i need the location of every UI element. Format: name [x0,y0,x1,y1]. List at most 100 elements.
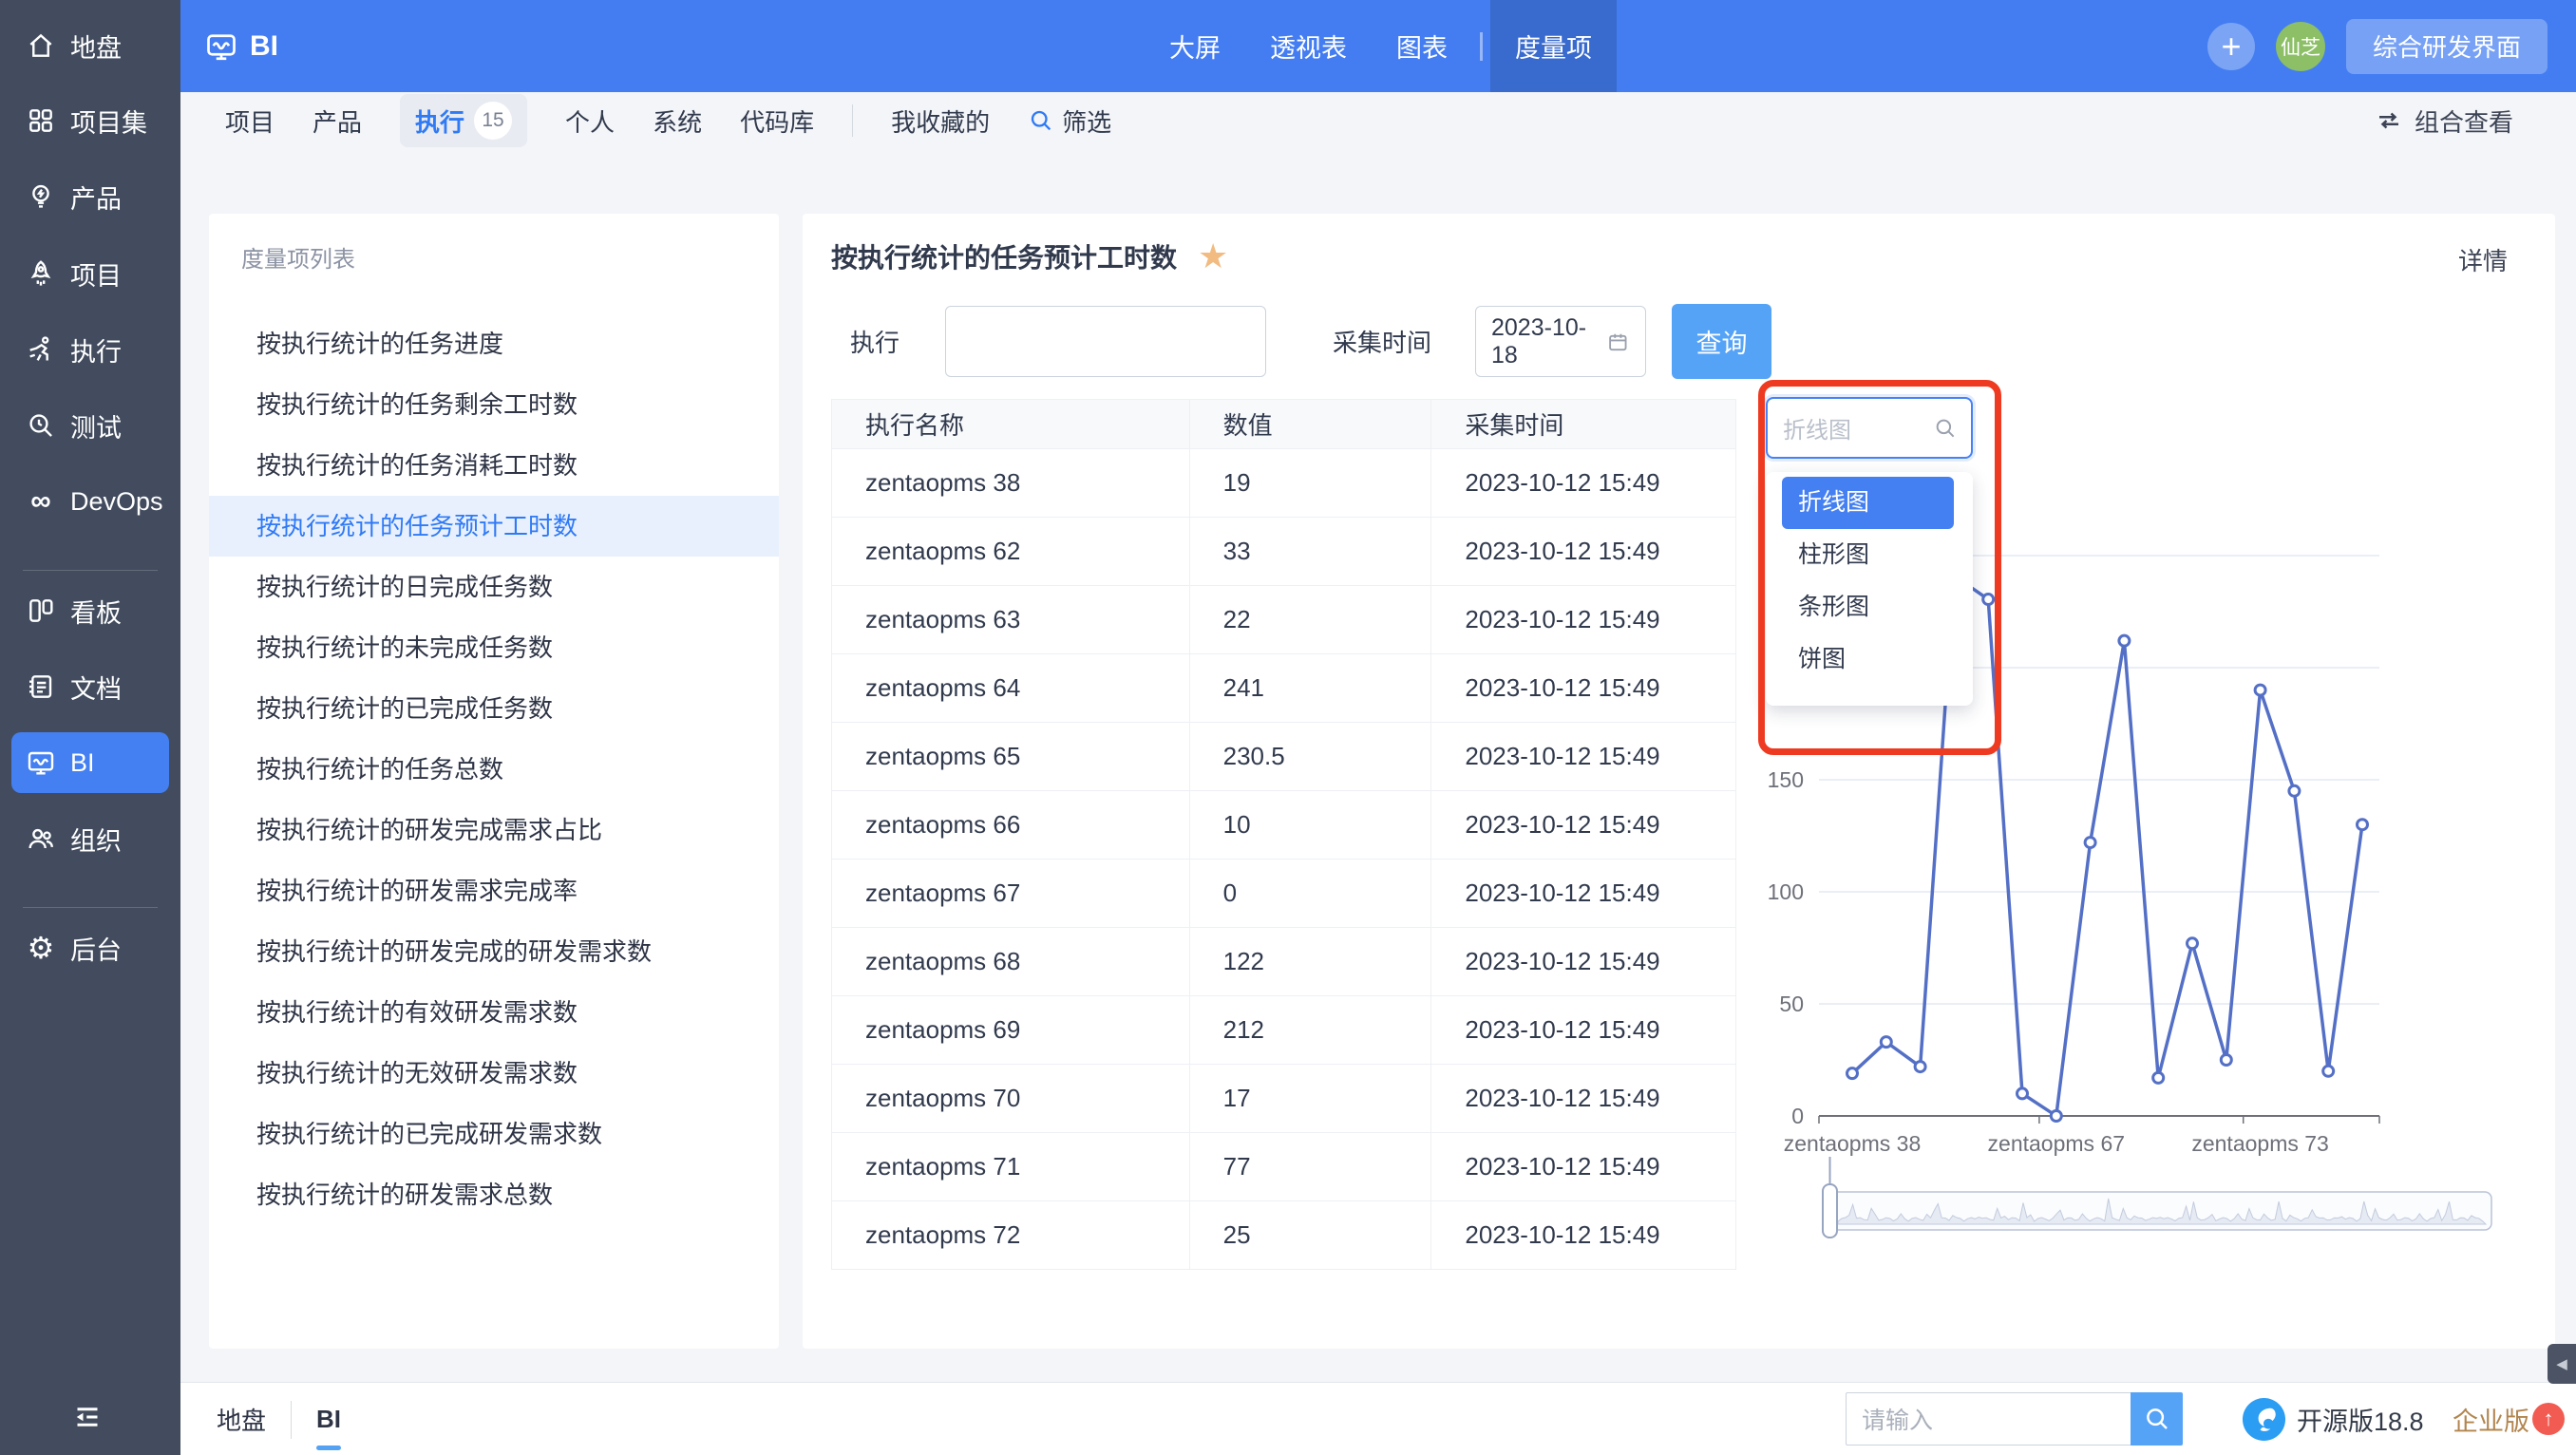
right-panel-toggle[interactable]: ◀ [2548,1344,2576,1384]
filter-button[interactable]: 筛选 [1028,104,1111,139]
option-pie-chart[interactable]: 饼图 [1766,633,1973,686]
tab-favorites[interactable]: 我收藏的 [891,104,990,139]
tab-execution[interactable]: 执行 15 [400,94,528,147]
sidebar-item-execution[interactable]: 执行 [11,319,169,380]
cell-exec-name: zentaopms 38 [831,448,1190,518]
brand[interactable]: BI [204,0,278,92]
metric-item[interactable]: 按执行统计的日完成任务数 [209,557,779,617]
sidebar-item-qa[interactable]: 测试 [11,395,169,456]
zentao-logo[interactable] [2242,1397,2286,1442]
chart-type-select[interactable]: 折线图 [1766,397,1973,459]
metric-item[interactable]: 按执行统计的有效研发需求数 [209,982,779,1043]
table-row: zentaopms 67 0 2023-10-12 15:49 [831,859,1736,928]
topnav-dashboard[interactable]: 大屏 [1145,0,1245,92]
topnav-chart[interactable]: 图表 [1372,0,1472,92]
tab-execution-count-badge: 15 [474,102,513,140]
query-button[interactable]: 查询 [1672,304,1771,379]
svg-text:50: 50 [1779,992,1804,1016]
sidebar-item-label: 项目集 [70,108,147,138]
topnav-divider [1480,31,1483,61]
metric-item[interactable]: 按执行统计的研发需求总数 [209,1164,779,1225]
sidebar-item-home[interactable]: 地盘 [11,15,169,76]
metric-item[interactable]: 按执行统计的无效研发需求数 [209,1043,779,1104]
option-bar-chart[interactable]: 条形图 [1766,581,1973,633]
tab-personal[interactable]: 个人 [565,104,615,139]
option-line-chart[interactable]: 折线图 [1782,477,1954,529]
sidebar-item-label: 组织 [70,826,122,856]
sidebar-item-label: 后台 [70,935,122,965]
sidebar-item-kanban[interactable]: 看板 [11,580,169,641]
page-title: 按执行统计的任务预计工时数 [831,243,1178,273]
home-icon [25,29,57,62]
workspace-button[interactable]: 综合研发界面 [2345,18,2548,74]
tab-repo[interactable]: 代码库 [740,104,814,139]
metric-item[interactable]: 按执行统计的研发完成需求占比 [209,800,779,860]
column-header[interactable]: 数值 [1188,399,1432,449]
metric-item[interactable]: 按执行统计的任务消耗工时数 [209,435,779,496]
metric-item[interactable]: 按执行统计的已完成研发需求数 [209,1104,779,1164]
metric-item[interactable]: 按执行统计的任务总数 [209,739,779,800]
tab-project[interactable]: 项目 [225,104,275,139]
sidebar-item-bi[interactable]: BI [11,732,169,793]
filter-row: 执行 采集时间 2023-10-18 查询 [803,304,2555,382]
sidebar-item-devops[interactable]: ∞ DevOps [11,471,169,532]
grid-icon [25,104,57,137]
create-plus-button[interactable]: + [2207,22,2255,70]
metric-item[interactable]: 按执行统计的研发完成的研发需求数 [209,921,779,982]
table-row: zentaopms 68 122 2023-10-12 15:49 [831,927,1736,996]
sidebar-item-project[interactable]: 项目 [11,243,169,304]
svg-text:zentaopms 38: zentaopms 38 [1784,1131,1921,1156]
rocket-icon [25,257,57,290]
option-column-chart[interactable]: 柱形图 [1766,529,1973,581]
cell-time: 2023-10-12 15:49 [1430,517,1736,586]
cell-exec-name: zentaopms 68 [831,927,1190,996]
metric-item[interactable]: 按执行统计的研发需求完成率 [209,860,779,921]
favorite-star-icon[interactable]: ★ [1198,239,1228,274]
column-header[interactable]: 执行名称 [831,399,1190,449]
svg-text:150: 150 [1768,767,1804,792]
table-row: zentaopms 69 212 2023-10-12 15:49 [831,995,1736,1065]
sidebar: 地盘 项目集 产品 项目 执行 测试 ∞ DevOps 看板 文档 BI 组织 … [0,0,180,1455]
cell-time: 2023-10-12 15:49 [1430,653,1736,723]
metric-item[interactable]: 按执行统计的任务进度 [209,313,779,374]
table-row: zentaopms 65 230.5 2023-10-12 15:49 [831,722,1736,791]
bottombar-tab-home[interactable]: 地盘 [217,1383,266,1455]
svg-text:0: 0 [1791,1104,1804,1128]
sidebar-item-org[interactable]: 组织 [11,808,169,869]
sidebar-item-program[interactable]: 项目集 [11,90,169,151]
metric-item[interactable]: 按执行统计的未完成任务数 [209,617,779,678]
cell-value: 241 [1188,653,1432,723]
avatar[interactable]: 仙芝 [2275,21,2325,71]
metric-item[interactable]: 按执行统计的已完成任务数 [209,678,779,739]
topnav-pivot[interactable]: 透视表 [1245,0,1372,92]
topnav-measurement[interactable]: 度量项 [1490,0,1617,92]
infinity-icon: ∞ [30,485,51,517]
bottombar-search-button[interactable] [2131,1392,2183,1446]
sidebar-item-doc[interactable]: 文档 [11,656,169,717]
document-icon [25,671,57,703]
detail-link[interactable]: 详情 [2458,242,2508,277]
bottombar-search-input[interactable]: 请输入 [1846,1392,2131,1446]
metric-item[interactable]: 按执行统计的任务剩余工时数 [209,374,779,435]
upgrade-arrow-badge[interactable]: ↑ [2532,1403,2565,1435]
bottombar-tab-bi[interactable]: BI [316,1383,342,1455]
table-row: zentaopms 63 22 2023-10-12 15:49 [831,585,1736,654]
brand-label: BI [250,29,278,62]
table-row: zentaopms 70 17 2023-10-12 15:49 [831,1064,1736,1133]
upgrade-link[interactable]: 企业版 [2453,1383,2529,1455]
date-value: 2023-10-18 [1491,313,1587,368]
date-picker[interactable]: 2023-10-18 [1475,306,1646,377]
column-header[interactable]: 采集时间 [1430,399,1736,449]
version-label[interactable]: 开源版18.8 [2297,1383,2424,1455]
kanban-icon [25,595,57,627]
table-row: zentaopms 66 10 2023-10-12 15:49 [831,790,1736,860]
combine-view-button[interactable]: 组合查看 [2375,92,2513,149]
tab-system[interactable]: 系统 [653,104,702,139]
cell-exec-name: zentaopms 70 [831,1064,1190,1133]
sidebar-item-product[interactable]: 产品 [11,166,169,227]
exec-filter-input[interactable] [945,306,1266,377]
metric-item-selected[interactable]: 按执行统计的任务预计工时数 [209,496,779,557]
tab-product[interactable]: 产品 [313,104,362,139]
sidebar-item-admin[interactable]: ⚙ 后台 [11,917,169,978]
sidebar-collapse-button[interactable] [66,1398,108,1436]
